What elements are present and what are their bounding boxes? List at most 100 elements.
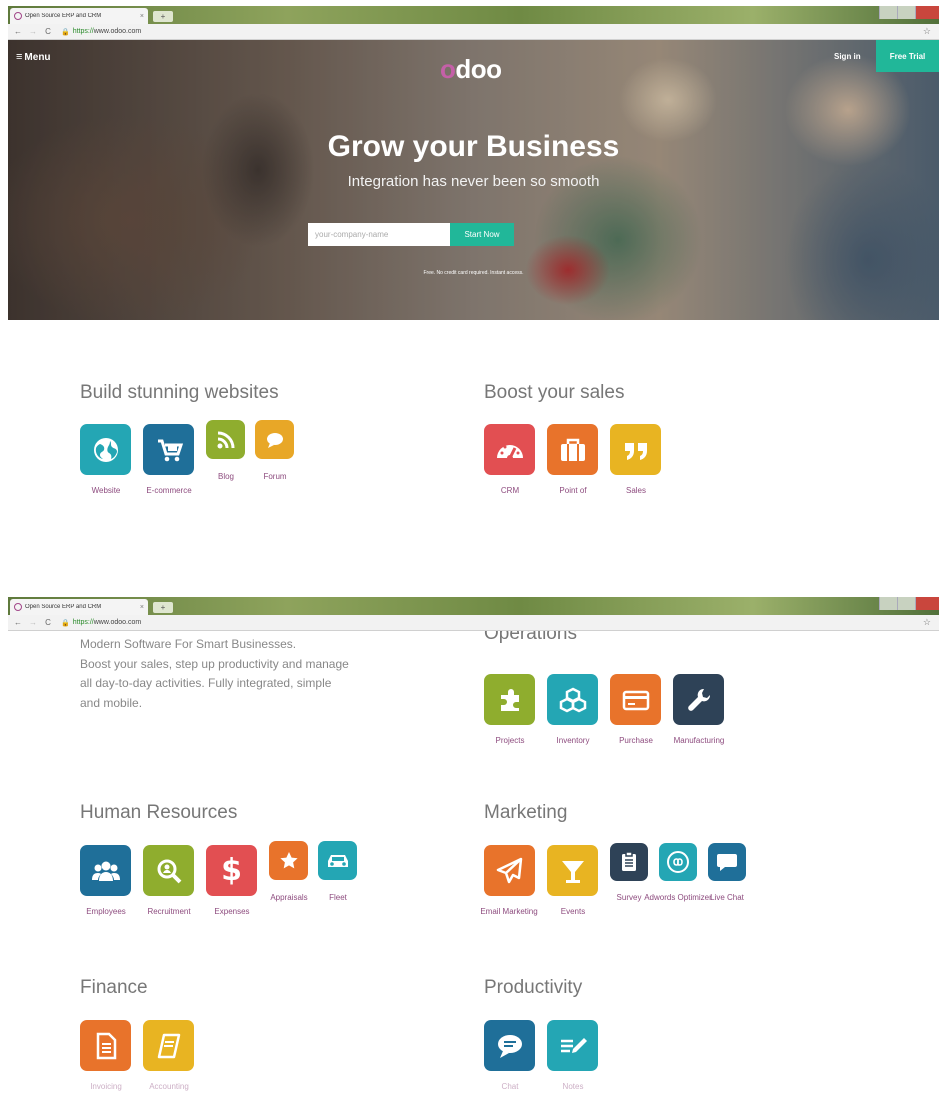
app-label: Expenses [214, 907, 250, 916]
tab-bar: Open Source ERP and CRM × + [8, 6, 939, 24]
hero-banner: ≡ Menu odoo Sign in Free Trial Grow your… [8, 40, 939, 320]
globe-icon [80, 424, 131, 475]
maximize-button[interactable] [897, 597, 915, 610]
section-sales: Boost your sales CRM Point of Sales [484, 382, 661, 495]
app-label: Events [560, 907, 586, 916]
app-label: Notes [562, 1082, 584, 1091]
app-label: Fleet [329, 893, 347, 902]
boxes-icon [547, 674, 598, 725]
intro-line: and mobile. [80, 695, 143, 710]
app-label: E-commerce [146, 486, 192, 495]
window-close-button[interactable] [915, 6, 939, 19]
car-icon [318, 841, 357, 880]
back-button[interactable]: ← [12, 27, 24, 36]
lock-icon: 🔒 [61, 28, 70, 36]
menu-button[interactable]: ≡ Menu [16, 51, 51, 63]
menu-label: Menu [24, 51, 51, 63]
forward-button[interactable]: → [27, 618, 39, 627]
ledger-icon [143, 1020, 194, 1071]
section-title: Marketing [484, 802, 568, 823]
rss-icon [206, 420, 245, 459]
chat-bubble-icon [484, 1020, 535, 1071]
intro-line: Modern Software For Smart Businesses. [80, 637, 297, 651]
section-websites: Build stunning websites Website E-commer… [80, 382, 294, 495]
forward-button[interactable]: → [27, 27, 39, 36]
window-close-button[interactable] [915, 597, 939, 610]
tab-close-icon[interactable]: × [140, 13, 144, 20]
free-trial-button[interactable]: Free Trial [876, 40, 939, 72]
section-title: Operations [484, 631, 577, 644]
section-marketing: Marketing Email Marketing Events Survey [480, 802, 746, 916]
address-bar[interactable]: 🔒 https:// www.odoo.com [61, 28, 141, 36]
new-tab-button[interactable]: + [153, 11, 173, 22]
maximize-button[interactable] [897, 6, 915, 19]
start-now-button[interactable]: Start Now [450, 223, 514, 246]
back-button[interactable]: ← [12, 618, 24, 627]
bookmark-star-icon[interactable]: ☆ [923, 26, 931, 37]
odoo-favicon-icon [14, 603, 22, 611]
tab-bar: Open Source ERP and CRM × + [8, 597, 939, 615]
minimize-button[interactable] [879, 6, 897, 19]
hamburger-icon: ≡ [16, 51, 23, 63]
dollar-icon: $ [206, 845, 257, 896]
chat-icon [255, 420, 294, 459]
app-label: Accounting [149, 1082, 189, 1091]
credit-card-icon [610, 674, 661, 725]
address-bar[interactable]: 🔒 https:// www.odoo.com [61, 619, 141, 627]
bookmark-star-icon[interactable]: ☆ [923, 617, 931, 628]
puzzle-icon [484, 674, 535, 725]
company-name-input[interactable] [308, 223, 450, 246]
app-label: Live Chat [710, 893, 744, 902]
browser-toolbar: ← → C 🔒 https:// www.odoo.com ☆ [8, 615, 939, 631]
fine-print: Free. No credit card required. Instant a… [423, 270, 524, 276]
url-host: www.odoo.com [93, 619, 142, 626]
magnifier-icon [143, 845, 194, 896]
browser-window-top: Open Source ERP and CRM × + ← → C 🔒 http… [8, 6, 939, 566]
quote-icon [610, 424, 661, 475]
reload-button[interactable]: C [42, 27, 54, 36]
app-label: Forum [263, 472, 287, 481]
section-title: Human Resources [80, 802, 238, 823]
app-label: Sales [625, 486, 646, 495]
url-scheme: https:// [72, 619, 94, 626]
intro-line: all day-to-day activities. Fully integra… [80, 676, 332, 690]
intro-text: Modern Software For Smart Businesses. Bo… [80, 635, 410, 713]
section-title: Finance [80, 977, 148, 998]
odoo-logo[interactable]: odoo [440, 54, 502, 85]
intro-line: Boost your sales, step up productivity a… [80, 656, 349, 671]
lock-icon: 🔒 [61, 619, 70, 627]
section-title: Boost your sales [484, 382, 625, 403]
section-productivity: Productivity Chat Notes [484, 977, 598, 1091]
url-scheme: https:// [72, 28, 94, 35]
clipboard-icon [610, 843, 648, 881]
section-title: Productivity [484, 977, 583, 998]
wrench-icon [673, 674, 724, 725]
tab-title: Open Source ERP and CRM [25, 13, 102, 19]
reload-button[interactable]: C [42, 618, 54, 627]
pencil-note-icon [547, 1020, 598, 1071]
browser-tab[interactable]: Open Source ERP and CRM × [10, 8, 148, 24]
browser-tab[interactable]: Open Source ERP and CRM × [10, 599, 148, 615]
hero-subtitle: Integration has never been so smooth [347, 173, 600, 190]
star-icon [269, 841, 308, 880]
odoo-favicon-icon [14, 12, 22, 20]
briefcase-icon [547, 424, 598, 475]
browser-toolbar: ← → C 🔒 https:// www.odoo.com ☆ [8, 24, 939, 40]
section-human-resources: Human Resources Employees Recruitment $ … [80, 802, 357, 916]
url-host: www.odoo.com [93, 28, 142, 35]
people-icon [80, 845, 131, 896]
window-controls [879, 597, 939, 610]
document-icon [80, 1020, 131, 1071]
hero-title: Grow your Business [327, 130, 620, 163]
browser-window-bottom: Open Source ERP and CRM × + ← → C 🔒 http… [8, 597, 939, 1118]
signin-link[interactable]: Sign in [834, 52, 861, 61]
new-tab-button[interactable]: + [153, 602, 173, 613]
infinity-icon [659, 843, 697, 881]
paper-plane-icon [484, 845, 535, 896]
section-title: Build stunning websites [80, 382, 279, 403]
speech-bubble-icon [708, 843, 746, 881]
minimize-button[interactable] [879, 597, 897, 610]
tab-title: Open Source ERP and CRM [25, 604, 102, 610]
tab-close-icon[interactable]: × [140, 604, 144, 611]
section-operations: Operations Projects Inventory Purchase M… [484, 631, 724, 745]
